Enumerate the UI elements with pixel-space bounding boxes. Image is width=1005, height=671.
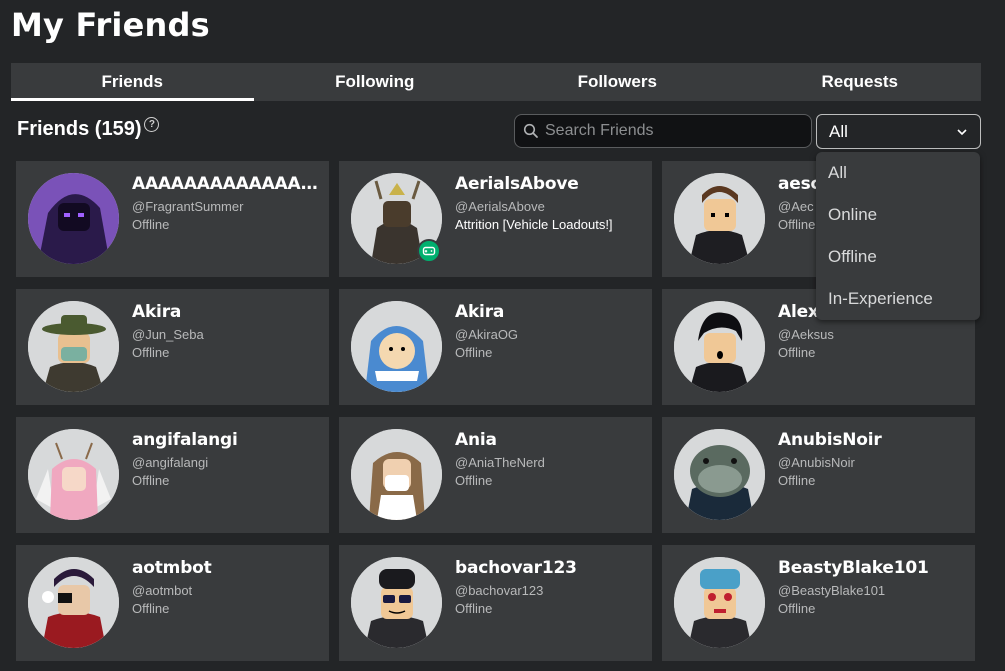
friend-username: @AerialsAbove [455, 199, 545, 214]
friend-card[interactable]: Akira @Jun_Seba Offline [16, 289, 329, 405]
friend-username: @bachovar123 [455, 583, 544, 598]
avatar[interactable] [351, 301, 442, 392]
avatar[interactable] [28, 557, 119, 648]
page-title: My Friends [11, 6, 210, 44]
avatar[interactable] [28, 301, 119, 392]
avatar[interactable] [674, 557, 765, 648]
friend-card[interactable]: AAAAAAAAAAAAA... @FragrantSummer Offline [16, 161, 329, 277]
status-filter-select[interactable]: All [816, 114, 981, 149]
friend-display-name[interactable]: angifalangi [132, 430, 319, 450]
friend-presence: Offline [778, 473, 816, 488]
avatar[interactable] [674, 301, 765, 392]
friends-count-heading: Friends (159) ? [17, 117, 160, 141]
friend-display-name[interactable]: AnubisNoir [778, 430, 965, 450]
friend-card[interactable]: bachovar123 @bachovar123 Offline [339, 545, 652, 661]
friend-display-name[interactable]: BeastyBlake101 [778, 558, 965, 578]
friend-display-name[interactable]: AAAAAAAAAAAAA... [132, 174, 319, 194]
friend-presence: Offline [132, 345, 170, 360]
friend-username: @aotmbot [132, 583, 193, 598]
chevron-down-icon [957, 128, 967, 135]
friend-display-name[interactable]: aotmbot [132, 558, 319, 578]
friend-presence[interactable]: Attrition [Vehicle Loadouts!] [455, 217, 642, 232]
tab-requests[interactable]: Requests [739, 63, 982, 101]
friend-card[interactable]: Akira @AkiraOG Offline [339, 289, 652, 405]
tab-friends[interactable]: Friends [11, 63, 254, 101]
filter-dropdown-menu: All Online Offline In-Experience [816, 152, 980, 320]
friend-display-name[interactable]: bachovar123 [455, 558, 642, 578]
avatar[interactable] [28, 429, 119, 520]
friend-presence: Offline [778, 345, 816, 360]
search-icon [523, 123, 538, 138]
friend-presence: Offline [132, 601, 170, 616]
search-input[interactable] [543, 121, 797, 141]
friend-username: @Aeksus [778, 327, 834, 342]
friend-card[interactable]: AerialsAbove @AerialsAbove Attrition [Ve… [339, 161, 652, 277]
friends-page: My Friends Friends Following Followers R… [0, 0, 1005, 671]
friend-username: @AkiraOG [455, 327, 519, 342]
friend-presence: Offline [132, 217, 170, 232]
friend-presence: Offline [455, 601, 493, 616]
friend-card[interactable]: angifalangi @angifalangi Offline [16, 417, 329, 533]
friend-presence: Offline [455, 345, 493, 360]
friend-presence: Offline [132, 473, 170, 488]
filter-selected-value: All [829, 121, 848, 141]
avatar[interactable] [351, 557, 442, 648]
friend-username: @AnubisNoir [778, 455, 855, 470]
search-box[interactable] [514, 114, 812, 148]
tab-following[interactable]: Following [254, 63, 497, 101]
filter-option-offline[interactable]: Offline [816, 236, 980, 278]
tab-followers[interactable]: Followers [496, 63, 739, 101]
tab-bar: Friends Following Followers Requests [11, 63, 981, 101]
friend-display-name[interactable]: AerialsAbove [455, 174, 642, 194]
friend-card[interactable]: Ania @AniaTheNerd Offline [339, 417, 652, 533]
in-game-icon [417, 239, 441, 263]
friend-username: @FragrantSummer [132, 199, 244, 214]
friend-presence: Offline [455, 473, 493, 488]
question-circle-icon[interactable]: ? [144, 117, 160, 132]
friend-display-name[interactable]: Akira [132, 302, 319, 322]
filter-option-in-experience[interactable]: In-Experience [816, 278, 980, 320]
avatar[interactable] [28, 173, 119, 264]
friend-card[interactable]: BeastyBlake101 @BeastyBlake101 Offline [662, 545, 975, 661]
friends-count-label: Friends (159) [17, 118, 142, 140]
filter-option-online[interactable]: Online [816, 194, 980, 236]
friend-card[interactable]: aotmbot @aotmbot Offline [16, 545, 329, 661]
avatar[interactable] [351, 429, 442, 520]
filter-option-all[interactable]: All [816, 152, 980, 194]
avatar[interactable] [674, 173, 765, 264]
friend-username: @AniaTheNerd [455, 455, 545, 470]
friend-display-name[interactable]: Ania [455, 430, 642, 450]
avatar[interactable] [674, 429, 765, 520]
friend-username: @BeastyBlake101 [778, 583, 886, 598]
friend-display-name[interactable]: Akira [455, 302, 642, 322]
friend-username: @angifalangi [132, 455, 209, 470]
friend-card[interactable]: AnubisNoir @AnubisNoir Offline [662, 417, 975, 533]
friend-presence: Offline [778, 601, 816, 616]
friend-username: @Jun_Seba [132, 327, 204, 342]
